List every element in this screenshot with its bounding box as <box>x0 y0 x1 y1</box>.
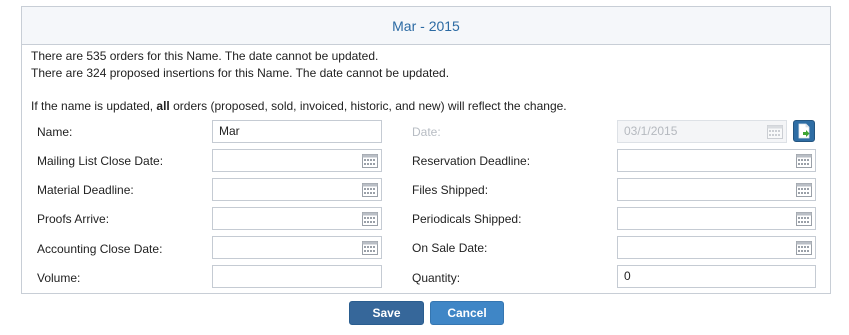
cancel-button[interactable]: Cancel <box>430 301 504 325</box>
calendar-icon[interactable] <box>796 211 812 226</box>
calendar-icon[interactable] <box>362 211 378 226</box>
quantity-input[interactable]: 0 <box>617 265 816 288</box>
info-suffix: orders (proposed, sold, invoiced, histor… <box>169 99 567 113</box>
date-input: 03/1/2015 <box>617 120 787 143</box>
calendar-icon[interactable] <box>362 240 378 255</box>
save-button[interactable]: Save <box>349 301 424 325</box>
files-shipped-label: Files Shipped: <box>412 183 489 197</box>
date-label: Date: <box>412 125 441 139</box>
calendar-icon[interactable] <box>362 182 378 197</box>
proofs-arrive-input[interactable] <box>212 207 382 230</box>
proposed-insertions-message: There are 324 proposed insertions for th… <box>31 66 450 80</box>
proofs-arrive-label: Proofs Arrive: <box>37 212 110 226</box>
material-deadline-input[interactable] <box>212 178 382 201</box>
volume-label: Volume: <box>37 271 81 285</box>
mailing-list-close-date-label: Mailing List Close Date: <box>37 154 164 168</box>
periodicals-shipped-input[interactable] <box>617 207 816 230</box>
accounting-close-date-input[interactable] <box>212 236 382 259</box>
panel-title: Mar - 2015 <box>22 7 830 45</box>
calendar-icon[interactable] <box>796 240 812 255</box>
files-shipped-input[interactable] <box>617 178 816 201</box>
name-label: Name: <box>37 125 73 139</box>
warning-messages: There are 535 orders for this Name. The … <box>31 48 449 82</box>
name-value: Mar <box>219 124 240 138</box>
accounting-close-date-label: Accounting Close Date: <box>37 242 163 256</box>
reservation-deadline-label: Reservation Deadline: <box>412 154 531 168</box>
material-deadline-label: Material Deadline: <box>37 183 134 197</box>
orders-message: There are 535 orders for this Name. The … <box>31 49 379 63</box>
calendar-icon[interactable] <box>362 153 378 168</box>
info-bold: all <box>156 99 170 113</box>
quantity-value: 0 <box>624 269 631 283</box>
periodicals-shipped-label: Periodicals Shipped: <box>412 212 522 226</box>
name-input[interactable]: Mar <box>212 120 382 143</box>
mailing-list-close-date-input[interactable] <box>212 149 382 172</box>
export-button[interactable] <box>793 120 815 142</box>
reservation-deadline-input[interactable] <box>617 149 816 172</box>
export-document-icon <box>798 123 810 139</box>
on-sale-date-input[interactable] <box>617 236 816 259</box>
volume-input[interactable] <box>212 265 382 288</box>
date-value: 03/1/2015 <box>624 124 678 138</box>
calendar-icon[interactable] <box>796 153 812 168</box>
calendar-icon[interactable] <box>796 182 812 197</box>
update-info-message: If the name is updated, all orders (prop… <box>31 99 567 113</box>
quantity-label: Quantity: <box>412 271 461 285</box>
calendar-icon <box>767 125 783 139</box>
info-prefix: If the name is updated, <box>31 99 157 113</box>
on-sale-date-label: On Sale Date: <box>412 241 488 255</box>
